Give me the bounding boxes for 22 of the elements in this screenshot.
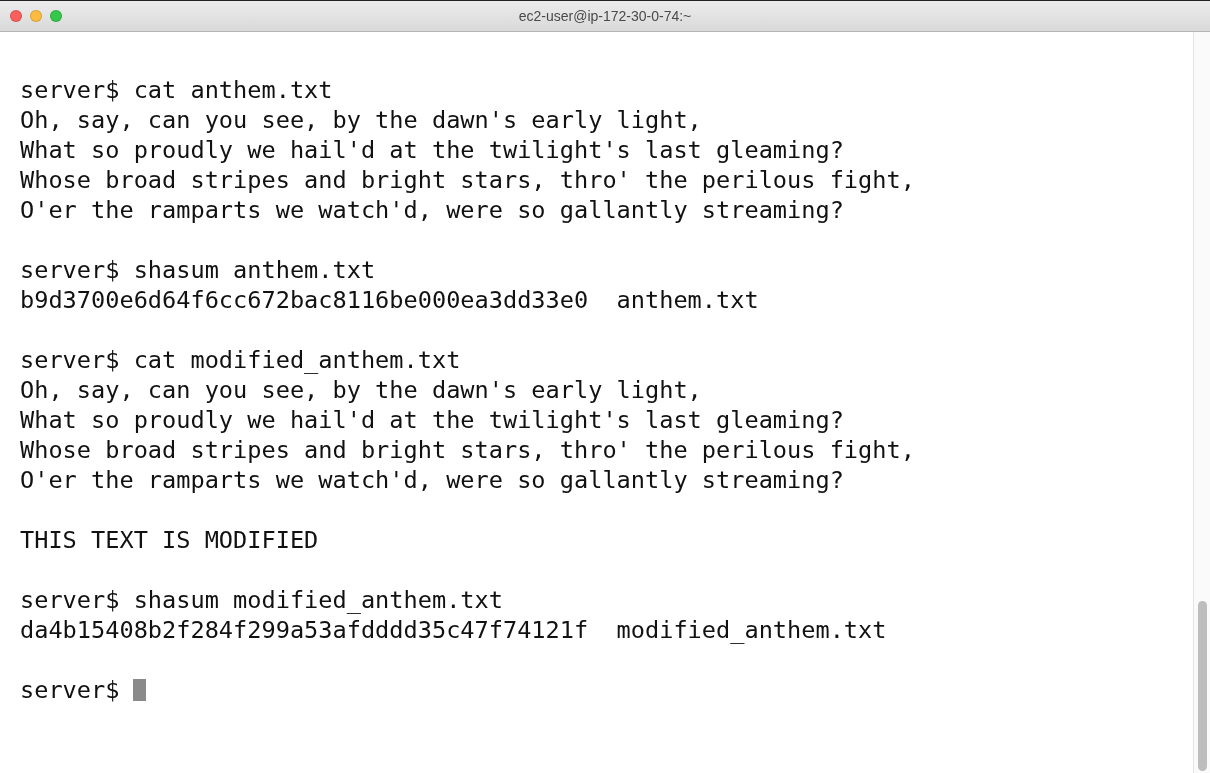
terminal-output: THIS TEXT IS MODIFIED [20,525,319,555]
terminal-output: O'er the ramparts we watch'd, were so gallantly streaming? [20,195,844,225]
terminal-output: Oh, say, can you see, by the dawn's early light, [20,105,702,135]
terminal-output: What so proudly we hail'd at the twilight's last gleaming? [20,135,844,165]
scroll-thumb[interactable] [1197,601,1207,771]
terminal-output: da4b15408b2f284f299a53afdddd35c47f74121f modified_anthem.txt [20,615,887,645]
terminal-output: Oh, say, can you see, by the dawn's early light, [20,375,702,405]
terminal-prompt: server$ [20,675,120,705]
terminal-command: server$ cat modified_anthem.txt [20,345,461,375]
terminal-output: What so proudly we hail'd at the twilight's last gleaming? [20,405,844,435]
terminal-command: server$ shasum anthem.txt [20,255,376,285]
terminal-output: Whose broad stripes and bright stars, thro' the perilous fight, [20,165,915,195]
close-button[interactable] [10,10,22,22]
scroll-bar[interactable] [1193,32,1210,773]
window-title: ec2-user@ip-172-30-0-74:~ [518,8,692,24]
terminal-output: Whose broad stripes and bright stars, thro' the perilous fight, [20,435,915,465]
terminal-command: server$ cat anthem.txt [20,75,333,105]
terminal-output: O'er the ramparts we watch'd, were so gallantly streaming? [20,465,844,495]
minimize-button[interactable] [30,10,42,22]
terminal-command: server$ shasum modified_anthem.txt [20,585,503,615]
terminal-output: b9d3700e6d64f6cc672bac8116be000ea3dd33e0 anthem.txt [20,285,759,315]
zoom-button[interactable] [50,10,62,22]
